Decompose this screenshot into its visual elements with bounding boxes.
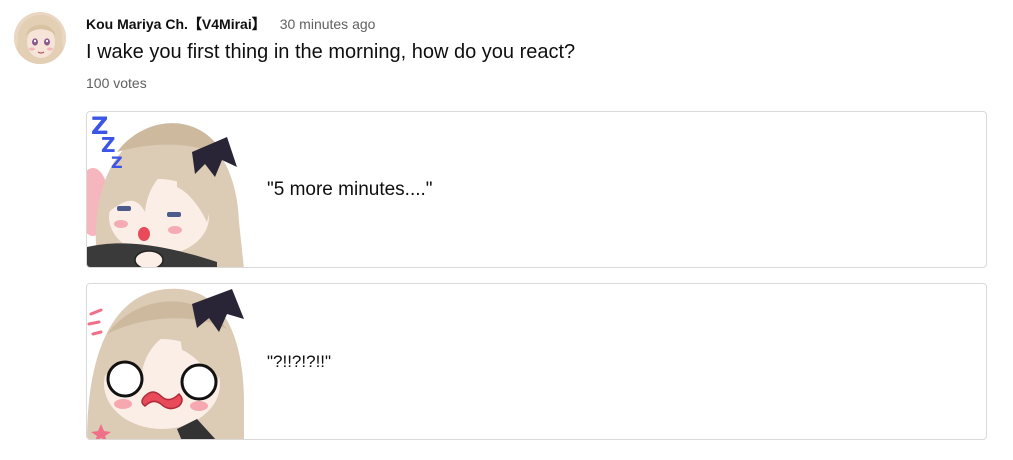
poll-option-2[interactable]: "?!!?!?!!": [86, 283, 987, 440]
poll-option-1[interactable]: Z Z Z "5 more minutes....": [86, 111, 987, 268]
channel-avatar[interactable]: [14, 12, 66, 64]
avatar-icon: [14, 12, 66, 64]
post-timestamp[interactable]: 30 minutes ago: [280, 16, 376, 32]
shocked-chibi-image: [87, 284, 244, 439]
vote-count: 100 votes: [86, 75, 147, 91]
post-header: Kou Mariya Ch.【V4Mirai】 30 minutes ago: [86, 14, 375, 34]
author-name[interactable]: Kou Mariya Ch.【V4Mirai】: [86, 14, 266, 34]
poll-option-label: "?!!?!?!!": [267, 351, 332, 371]
poll-question: I wake you first thing in the morning, h…: [86, 41, 576, 63]
svg-text:Z: Z: [111, 153, 123, 172]
sleepy-chibi-image: Z Z Z: [87, 112, 244, 267]
poll-option-label: "5 more minutes....": [267, 178, 433, 200]
poll-post: Kou Mariya Ch.【V4Mirai】 30 minutes ago I…: [0, 0, 1013, 460]
